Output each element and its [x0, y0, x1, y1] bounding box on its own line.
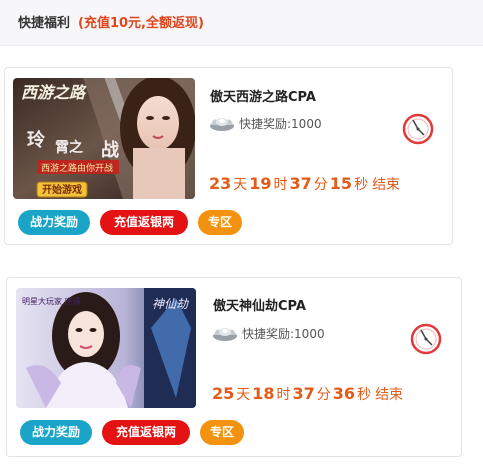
svg-text:玲: 玲	[27, 129, 46, 151]
reward-text: 快捷奖励:1000	[239, 116, 322, 131]
recharge-refund-tag[interactable]: 充值返银两	[100, 210, 188, 235]
svg-text:战: 战	[101, 140, 119, 161]
game-banner[interactable]: 西游之路 玲 霄之 战 西游之路由你开战 开始游戏	[13, 78, 195, 199]
power-reward-tag[interactable]: 战力奖励	[18, 210, 90, 235]
silver-ingot-icon	[213, 328, 237, 341]
countdown-seconds: 15	[329, 174, 353, 193]
game-card: 西游之路 玲 霄之 战 西游之路由你开战 开始游戏 傲天西游之路CPA 快捷奖励…	[4, 67, 453, 245]
zone-tag[interactable]: 专区	[200, 420, 244, 445]
countdown-minutes: 37	[289, 174, 312, 193]
countdown-timer: 23 天 19 时 37 分 15 秒 结束	[209, 174, 401, 193]
countdown-seconds: 36	[332, 384, 356, 403]
countdown-days: 23	[209, 174, 232, 193]
clock-icon	[402, 113, 434, 145]
reward-row: 快捷奖励:1000	[212, 324, 325, 342]
reward-row: 快捷奖励:1000	[209, 114, 322, 132]
tag-row: 战力奖励 充值返银两 专区	[18, 210, 252, 235]
game-banner[interactable]: 明星大玩家 唐嫣 神仙劫	[16, 288, 196, 408]
countdown-minutes: 37	[292, 384, 315, 403]
silver-ingot-icon	[210, 118, 234, 131]
countdown-hours: 18	[252, 384, 275, 403]
svg-text:开始游戏: 开始游戏	[42, 183, 82, 196]
game-card: 明星大玩家 唐嫣 神仙劫 傲天神仙劫CPA 快捷奖励:1000 25 天 18 …	[6, 277, 462, 457]
game-name[interactable]: 傲天西游之路CPA	[210, 86, 316, 105]
svg-text:霄之: 霄之	[55, 139, 83, 156]
svg-text:西游之路由你开战: 西游之路由你开战	[41, 162, 113, 174]
game-name[interactable]: 傲天神仙劫CPA	[213, 295, 306, 314]
section-header: 快捷福利 (充值10元,全额返现)	[0, 0, 483, 46]
svg-text:神仙劫: 神仙劫	[152, 297, 190, 311]
reward-text: 快捷奖励:1000	[242, 326, 325, 341]
zone-tag[interactable]: 专区	[198, 210, 242, 235]
countdown-hours: 19	[249, 174, 272, 193]
svg-text:明星大玩家 唐嫣: 明星大玩家 唐嫣	[22, 296, 81, 306]
section-subtitle: (充值10元,全额返现)	[78, 16, 204, 31]
clock-icon	[410, 323, 442, 355]
countdown-days: 25	[212, 384, 235, 403]
section-title: 快捷福利	[18, 16, 71, 31]
recharge-refund-tag[interactable]: 充值返银两	[102, 420, 190, 445]
tag-row: 战力奖励 充值返银两 专区	[20, 420, 254, 445]
svg-text:西游之路: 西游之路	[21, 83, 87, 102]
power-reward-tag[interactable]: 战力奖励	[20, 420, 92, 445]
countdown-timer: 25 天 18 时 37 分 36 秒 结束	[212, 384, 404, 403]
